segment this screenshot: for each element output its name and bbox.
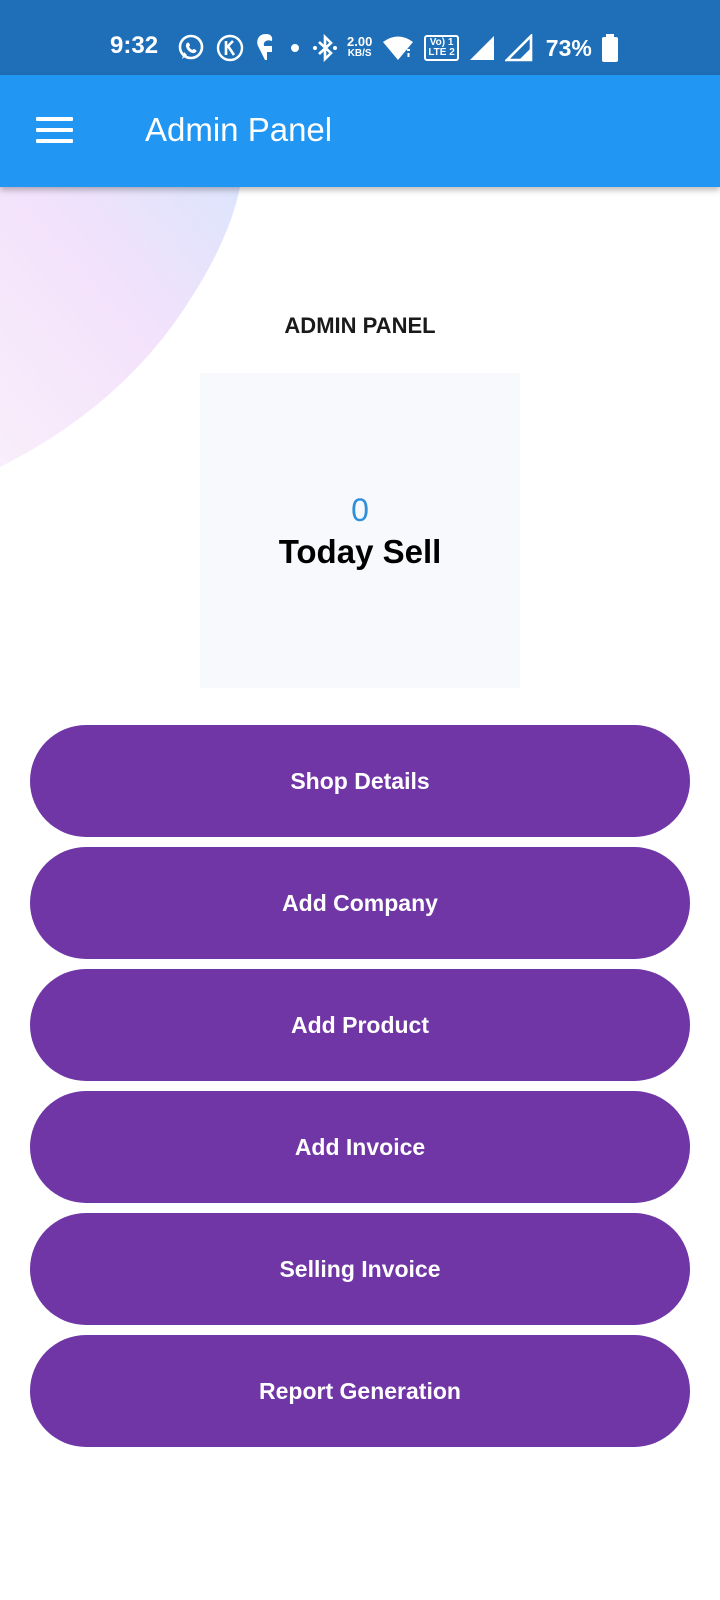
signal-icon <box>468 34 496 62</box>
today-sell-value: 0 <box>351 492 369 528</box>
volte-bottom-label: LTE 2 <box>428 47 455 58</box>
signal-icon <box>504 34 533 62</box>
whatsapp-icon <box>176 33 206 63</box>
network-speed-value: 2.00 <box>347 34 373 49</box>
today-sell-card: 0 Today Sell <box>200 373 520 688</box>
bluetooth-icon <box>312 33 338 63</box>
add-product-button[interactable]: Add Product <box>30 969 690 1081</box>
shop-details-button[interactable]: Shop Details <box>30 725 690 837</box>
report-generation-button[interactable]: Report Generation <box>30 1335 690 1447</box>
add-invoice-button[interactable]: Add Invoice <box>30 1091 690 1203</box>
admin-actions: Shop Details Add Company Add Product Add… <box>30 725 690 1457</box>
add-company-button[interactable]: Add Company <box>30 847 690 959</box>
network-speed: 2.00 KB/S <box>347 34 373 60</box>
app-bar-title: Admin Panel <box>145 111 333 148</box>
status-icons: 2.00 KB/S Vo) 1 LTE 2 73% <box>176 30 619 66</box>
status-bar: 9:32 2.00 KB/S Vo) 1 LTE 2 73% <box>0 0 720 75</box>
hamburger-menu-icon[interactable] <box>36 117 74 145</box>
status-time: 9:32 <box>110 32 159 59</box>
wifi-icon <box>381 34 415 62</box>
notification-dot-icon <box>287 40 303 56</box>
volte-badge: Vo) 1 LTE 2 <box>424 35 459 61</box>
today-sell-label: Today Sell <box>278 533 442 570</box>
swiggy-icon <box>254 32 278 64</box>
section-title: ADMIN PANEL <box>284 313 436 338</box>
battery-icon <box>601 33 619 63</box>
app-bar: Admin Panel <box>0 75 720 187</box>
battery-percent: 73% <box>545 34 592 61</box>
selling-invoice-button[interactable]: Selling Invoice <box>30 1213 690 1325</box>
k-app-icon <box>215 33 245 63</box>
network-speed-unit: KB/S <box>347 48 372 59</box>
